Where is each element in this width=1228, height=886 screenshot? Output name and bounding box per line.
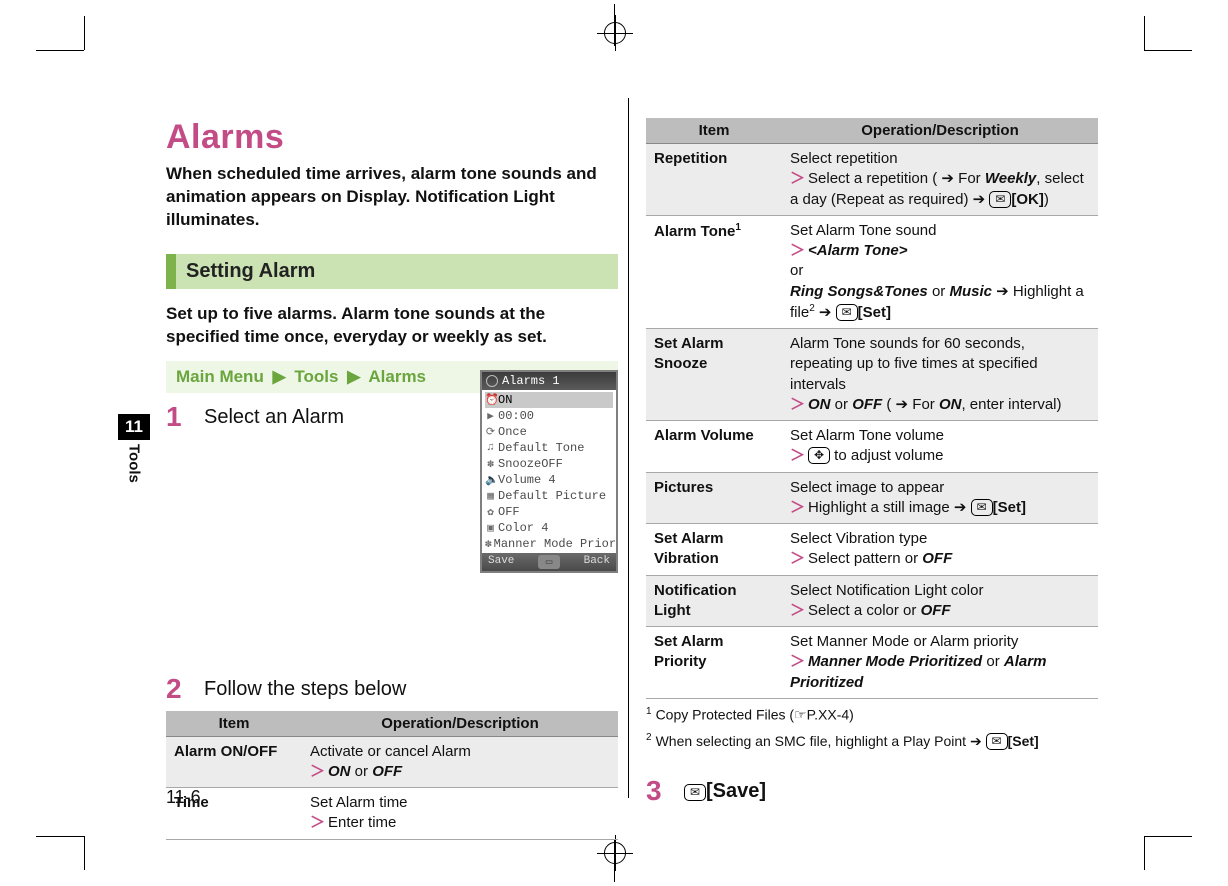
table-row: Set Alarm Priority Set Manner Mode or Al… [646,627,1098,699]
table-header-row: Item Operation/Description [646,118,1098,144]
registration-mark [604,22,626,44]
mail-key-icon: ✉ [684,784,706,801]
column-divider [628,98,629,798]
desc-cell: Set Alarm time ＞Enter time [302,788,618,840]
phone-header: Alarms 1 [482,372,616,390]
page-sheet: 11 Tools Alarms When scheduled time arri… [118,88,1110,808]
phone-title: Alarms 1 [502,374,560,388]
step-number: 2 [166,675,204,703]
list-item: ✽SnoozeOFF [485,456,613,472]
item-cell: Alarm ON/OFF [166,736,302,788]
item-cell: Set Alarm Snooze [646,329,782,421]
chevron-right-icon: ▶ [347,367,360,386]
crop-mark [36,836,84,870]
softkey-center: ▭ [538,555,561,569]
step-number: 3 [646,777,684,805]
item-cell: Notification Light [646,575,782,627]
item-cell: Alarm Volume [646,421,782,473]
table-row: Repetition Select repetition＞Select a re… [646,144,1098,216]
table-row: Alarm Volume Set Alarm Tone volume＞✥ to … [646,421,1098,473]
chapter-label: Tools [126,444,143,483]
item-cell: Pictures [646,472,782,524]
step-3: 3 ✉[Save] [646,777,1098,805]
table-header: Item [646,118,782,144]
list-item: 🔈Volume 4 [485,472,613,488]
breadcrumb-item: Main Menu [176,367,264,386]
step-text: Follow the steps below [204,675,406,701]
table-header: Operation/Description [782,118,1098,144]
crop-mark [36,16,84,50]
registration-mark [604,842,626,864]
crop-mark [614,4,615,46]
item-cell: Repetition [646,144,782,216]
desc-cell: Select Vibration type＞Select pattern or … [782,524,1098,576]
softkey-right: Back [584,555,610,569]
step-2: 2 Follow the steps below [166,675,618,703]
chapter-number: 11 [118,414,150,440]
list-item: ✽Manner Mode Prior [485,536,613,552]
crop-mark [1144,836,1192,870]
desc-cell: Activate or cancel Alarm ＞ON or OFF [302,736,618,788]
side-tab: 11 Tools [118,414,150,483]
right-column: Item Operation/Description Repetition Se… [646,118,1098,813]
desc-cell: Select image to appear＞Highlight a still… [782,472,1098,524]
desc-cell: Set Alarm Tone sound＞<Alarm Tone>orRing … [782,215,1098,328]
step-text: ✉[Save] [684,777,766,803]
desc-cell: Select repetition＞Select a repetition ( … [782,144,1098,216]
item-cell: Alarm Tone1 [646,215,782,328]
page-title: Alarms [166,118,618,157]
list-item: ⟳Once [485,424,613,440]
lead-text: When scheduled time arrives, alarm tone … [166,163,618,232]
table-row: Time Set Alarm time ＞Enter time [166,788,618,840]
chevron-right-icon: ▶ [273,367,286,386]
breadcrumb-item: Tools [294,367,338,386]
phone-softkeys: Save ▭ Back [482,553,616,571]
list-item: ✿OFF [485,504,613,520]
options-table-left: Item Operation/Description Alarm ON/OFF … [166,711,618,840]
table-row: Set Alarm Vibration Select Vibration typ… [646,524,1098,576]
list-item: ♫Default Tone [485,440,613,456]
step-text: Select an Alarm [204,403,344,429]
table-row: Set Alarm Snooze Alarm Tone sounds for 6… [646,329,1098,421]
table-header: Item [166,711,302,737]
alarm-icon [486,375,498,387]
page-number: 11-6 [166,787,201,808]
table-row: Alarm Tone1 Set Alarm Tone sound＞<Alarm … [646,215,1098,328]
table-header: Operation/Description [302,711,618,737]
item-cell: Set Alarm Priority [646,627,782,699]
intro-paragraph: Set up to five alarms. Alarm tone sounds… [166,303,618,349]
table-row: Pictures Select image to appear＞Highligh… [646,472,1098,524]
section-heading: Setting Alarm [166,254,618,289]
crop-mark [1144,16,1192,50]
left-column: Alarms When scheduled time arrives, alar… [166,88,618,840]
table-row: Alarm ON/OFF Activate or cancel Alarm ＞O… [166,736,618,788]
footnote-1: 1Copy Protected Files (☞P.XX-4) [646,705,1098,725]
list-item: ⏰ON [485,392,613,408]
desc-cell: Alarm Tone sounds for 60 seconds, repeat… [782,329,1098,421]
crop-mark [614,840,615,882]
list-item: ▶00:00 [485,408,613,424]
item-cell: Set Alarm Vibration [646,524,782,576]
table-row: Notification Light Select Notification L… [646,575,1098,627]
options-table-right: Item Operation/Description Repetition Se… [646,118,1098,699]
desc-cell: Select Notification Light color＞Select a… [782,575,1098,627]
table-header-row: Item Operation/Description [166,711,618,737]
desc-cell: Set Manner Mode or Alarm priority＞Manner… [782,627,1098,699]
list-item: ▦Default Picture [485,488,613,504]
breadcrumb-item: Alarms [368,367,426,386]
desc-cell: Set Alarm Tone volume＞✥ to adjust volume [782,421,1098,473]
phone-screenshot: Alarms 1 ⏰ON ▶00:00 ⟳Once ♫Default Tone … [480,370,618,573]
footnote-2: 2When selecting an SMC file, highlight a… [646,731,1098,751]
list-item: ▣Color 4 [485,520,613,536]
step-number: 1 [166,403,204,431]
softkey-left: Save [488,555,514,569]
phone-list: ⏰ON ▶00:00 ⟳Once ♫Default Tone ✽SnoozeOF… [482,390,616,553]
